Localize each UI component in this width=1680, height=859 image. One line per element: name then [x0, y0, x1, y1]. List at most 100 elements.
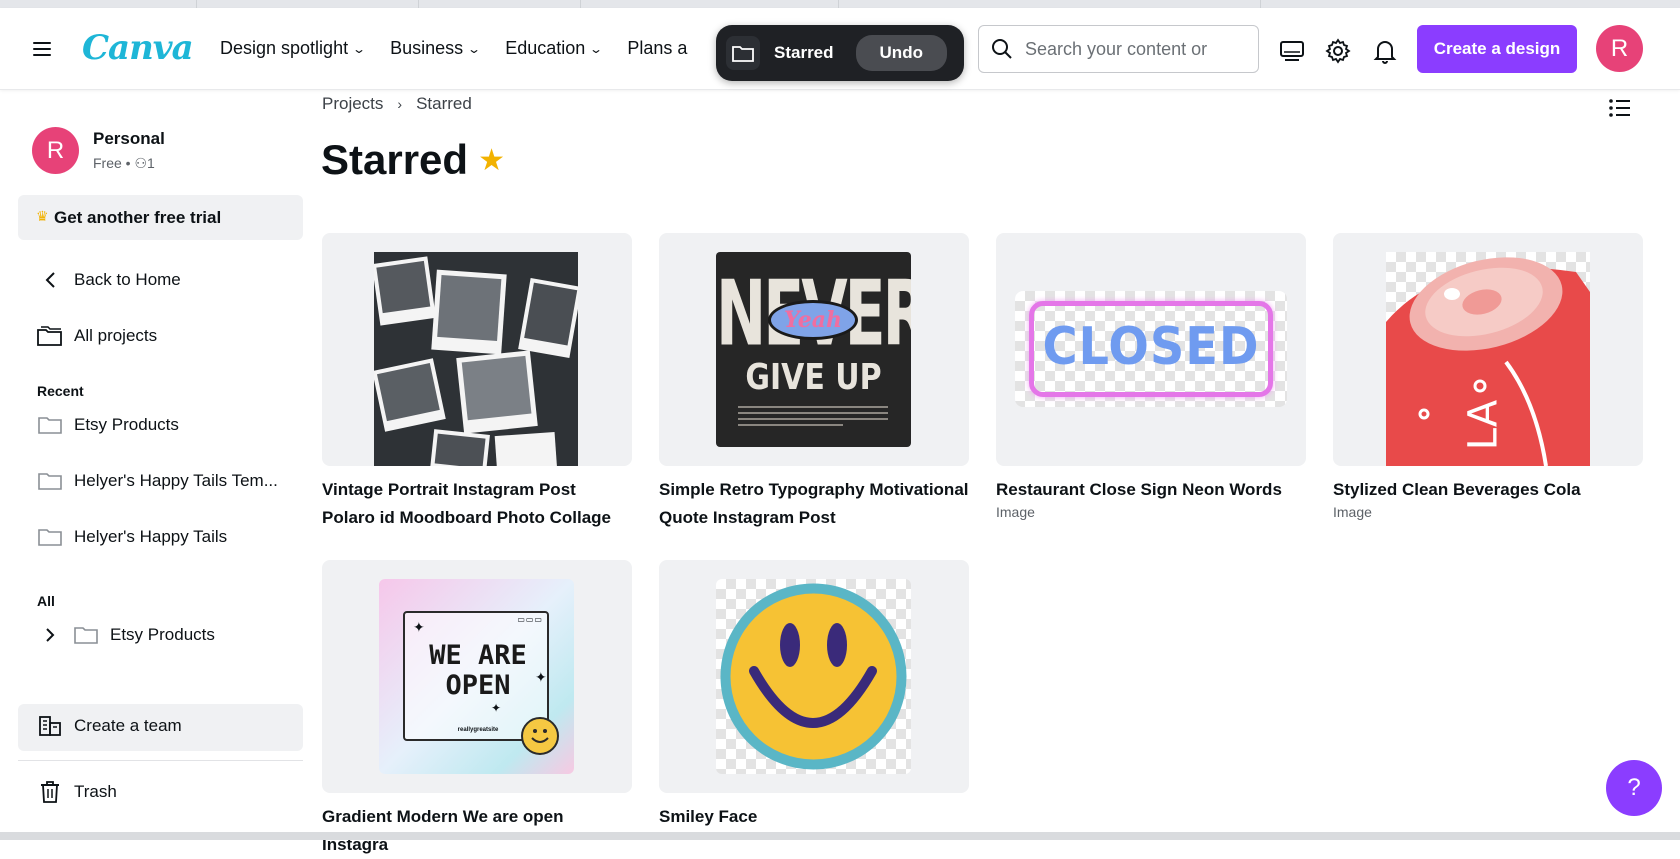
recent-folder-item[interactable]: Helyer's Happy Tails Tem...	[36, 469, 278, 493]
bottom-bar	[0, 832, 1680, 840]
nav-business[interactable]: Business ⌄	[390, 38, 482, 59]
crown-icon: ♛	[36, 208, 49, 224]
card-thumbnail[interactable]: LA	[1333, 233, 1643, 466]
photo-collage-image	[374, 252, 578, 466]
yeah-badge: Yeah	[768, 300, 858, 340]
free-trial-label: Get another free trial	[54, 207, 222, 227]
folder-icon	[36, 413, 64, 437]
building-icon	[36, 714, 64, 738]
card-title[interactable]: Vintage Portrait Instagram Post Polaro i…	[322, 476, 632, 532]
desktop-app-icon[interactable]	[1279, 38, 1305, 64]
all-projects-label: All projects	[74, 326, 158, 345]
we-are-open-image: ▭▭▭ WE ARE OPEN reallygreatsite ✦ ✦ ✦	[379, 579, 574, 774]
back-to-home-label: Back to Home	[74, 270, 181, 289]
undo-button[interactable]: Undo	[855, 35, 947, 71]
all-folder-label: Etsy Products	[110, 625, 215, 644]
account-switcher[interactable]: R Personal Free • ⚇1	[32, 127, 165, 174]
breadcrumb-projects[interactable]: Projects	[322, 94, 383, 114]
recent-folder-label: Helyer's Happy Tails Tem...	[74, 471, 278, 490]
chevron-down-icon: ⌄	[467, 41, 482, 56]
bell-icon[interactable]	[1372, 38, 1398, 64]
chevron-down-icon: ⌄	[589, 41, 604, 56]
card-title[interactable]: Stylized Clean Beverages Cola	[1333, 476, 1643, 504]
poster-subline: GIVE UP	[745, 356, 882, 399]
top-header: Canva Design spotlight ⌄ Business ⌄ Educat…	[0, 8, 1680, 90]
design-card[interactable]: NEVER Yeah GIVE UP Simple Retro Typograp…	[659, 233, 969, 532]
sidebar-divider	[18, 760, 303, 761]
account-plan: Free • ⚇1	[93, 155, 155, 171]
search-icon	[992, 39, 1012, 59]
design-card[interactable]: LA Stylized Clean Beverages Cola Image	[1333, 233, 1643, 520]
neon-sign-text: CLOSED	[1042, 317, 1260, 377]
card-thumbnail[interactable]	[659, 560, 969, 793]
design-card[interactable]: Vintage Portrait Instagram Post Polaro i…	[322, 233, 632, 532]
card-thumbnail[interactable]: ▭▭▭ WE ARE OPEN reallygreatsite ✦ ✦ ✦	[322, 560, 632, 793]
recent-folder-label: Etsy Products	[74, 415, 179, 434]
toast-label: Starred	[774, 43, 834, 62]
open-sign-line1: WE ARE	[429, 640, 527, 671]
top-nav: Design spotlight ⌄ Business ⌄ Education ⌄ P…	[220, 38, 687, 59]
recent-folder-item[interactable]: Helyer's Happy Tails	[36, 525, 227, 549]
nav-education[interactable]: Education ⌄	[505, 38, 604, 59]
card-title[interactable]: Restaurant Close Sign Neon Words	[996, 476, 1306, 504]
chevron-right-icon[interactable]	[42, 623, 58, 647]
open-sign-line2: OPEN	[445, 670, 511, 701]
trash-icon	[36, 780, 64, 804]
people-icon: ⚇	[134, 155, 148, 171]
list-view-icon[interactable]	[1608, 96, 1632, 120]
create-design-button[interactable]: Create a design	[1417, 25, 1577, 73]
card-thumbnail[interactable]	[322, 233, 632, 466]
free-trial-button[interactable]: ♛ Get another free trial	[18, 195, 303, 240]
sidebar-item-trash[interactable]: Trash	[36, 780, 117, 804]
page-title-text: Starred	[321, 136, 469, 183]
sidebar-item-all-projects[interactable]: All projects	[36, 324, 157, 348]
recent-heading: Recent	[37, 383, 84, 399]
create-team-row[interactable]: Create a team	[36, 714, 182, 738]
menu-icon[interactable]	[30, 38, 54, 60]
poster-fine-print	[738, 402, 888, 430]
card-subtitle: Image	[996, 504, 1035, 520]
sidebar: R Personal Free • ⚇1 ♛ Get another free …	[0, 90, 304, 840]
card-thumbnail[interactable]: CLOSED	[996, 233, 1306, 466]
canva-logo[interactable]: Canva	[82, 28, 194, 68]
create-team-label: Create a team	[74, 716, 182, 735]
design-card[interactable]: ▭▭▭ WE ARE OPEN reallygreatsite ✦ ✦ ✦ Gra…	[322, 560, 632, 859]
star-icon: ★	[478, 143, 505, 177]
card-title[interactable]: Gradient Modern We are open Instagra	[322, 803, 632, 859]
nav-plans[interactable]: Plans a	[627, 38, 687, 59]
trash-label: Trash	[74, 782, 117, 801]
help-button[interactable]: ?	[1606, 760, 1662, 816]
folder-icon	[72, 623, 100, 647]
all-heading: All	[37, 593, 55, 609]
recent-folder-label: Helyer's Happy Tails	[74, 527, 228, 546]
back-to-home[interactable]: Back to Home	[36, 268, 181, 292]
avatar[interactable]: R	[1596, 25, 1643, 72]
chevron-right-icon: ›	[397, 96, 403, 112]
card-thumbnail[interactable]: NEVER Yeah GIVE UP	[659, 233, 969, 466]
card-subtitle: Image	[1333, 504, 1372, 520]
all-folder-item[interactable]: Etsy Products	[42, 623, 215, 647]
neon-sign-image: CLOSED	[1015, 291, 1287, 407]
typography-poster-image: NEVER Yeah GIVE UP	[716, 252, 911, 447]
search-box[interactable]	[978, 25, 1259, 73]
gear-icon[interactable]	[1325, 38, 1351, 64]
card-title[interactable]: Smiley Face	[659, 803, 969, 831]
smiley-face-image	[716, 579, 911, 774]
design-card[interactable]: CLOSED Restaurant Close Sign Neon Words …	[996, 233, 1306, 520]
starred-toast: Starred Undo	[716, 25, 964, 81]
chevron-down-icon: ⌄	[352, 41, 367, 56]
card-title[interactable]: Simple Retro Typography Motivational Quo…	[659, 476, 969, 532]
chevron-left-icon	[36, 268, 64, 292]
folder-icon	[36, 469, 64, 493]
member-count: 1	[147, 155, 155, 171]
folders-icon	[36, 324, 64, 348]
browser-tab-strip	[0, 0, 1680, 8]
cola-can-image: LA	[1386, 252, 1590, 466]
account-avatar: R	[32, 127, 79, 174]
recent-folder-item[interactable]: Etsy Products	[36, 413, 179, 437]
breadcrumb-current: Starred	[416, 94, 472, 113]
folder-icon	[726, 36, 760, 70]
nav-design-spotlight[interactable]: Design spotlight ⌄	[220, 38, 367, 59]
search-input[interactable]	[1025, 38, 1245, 60]
design-card[interactable]: Smiley Face	[659, 560, 969, 831]
